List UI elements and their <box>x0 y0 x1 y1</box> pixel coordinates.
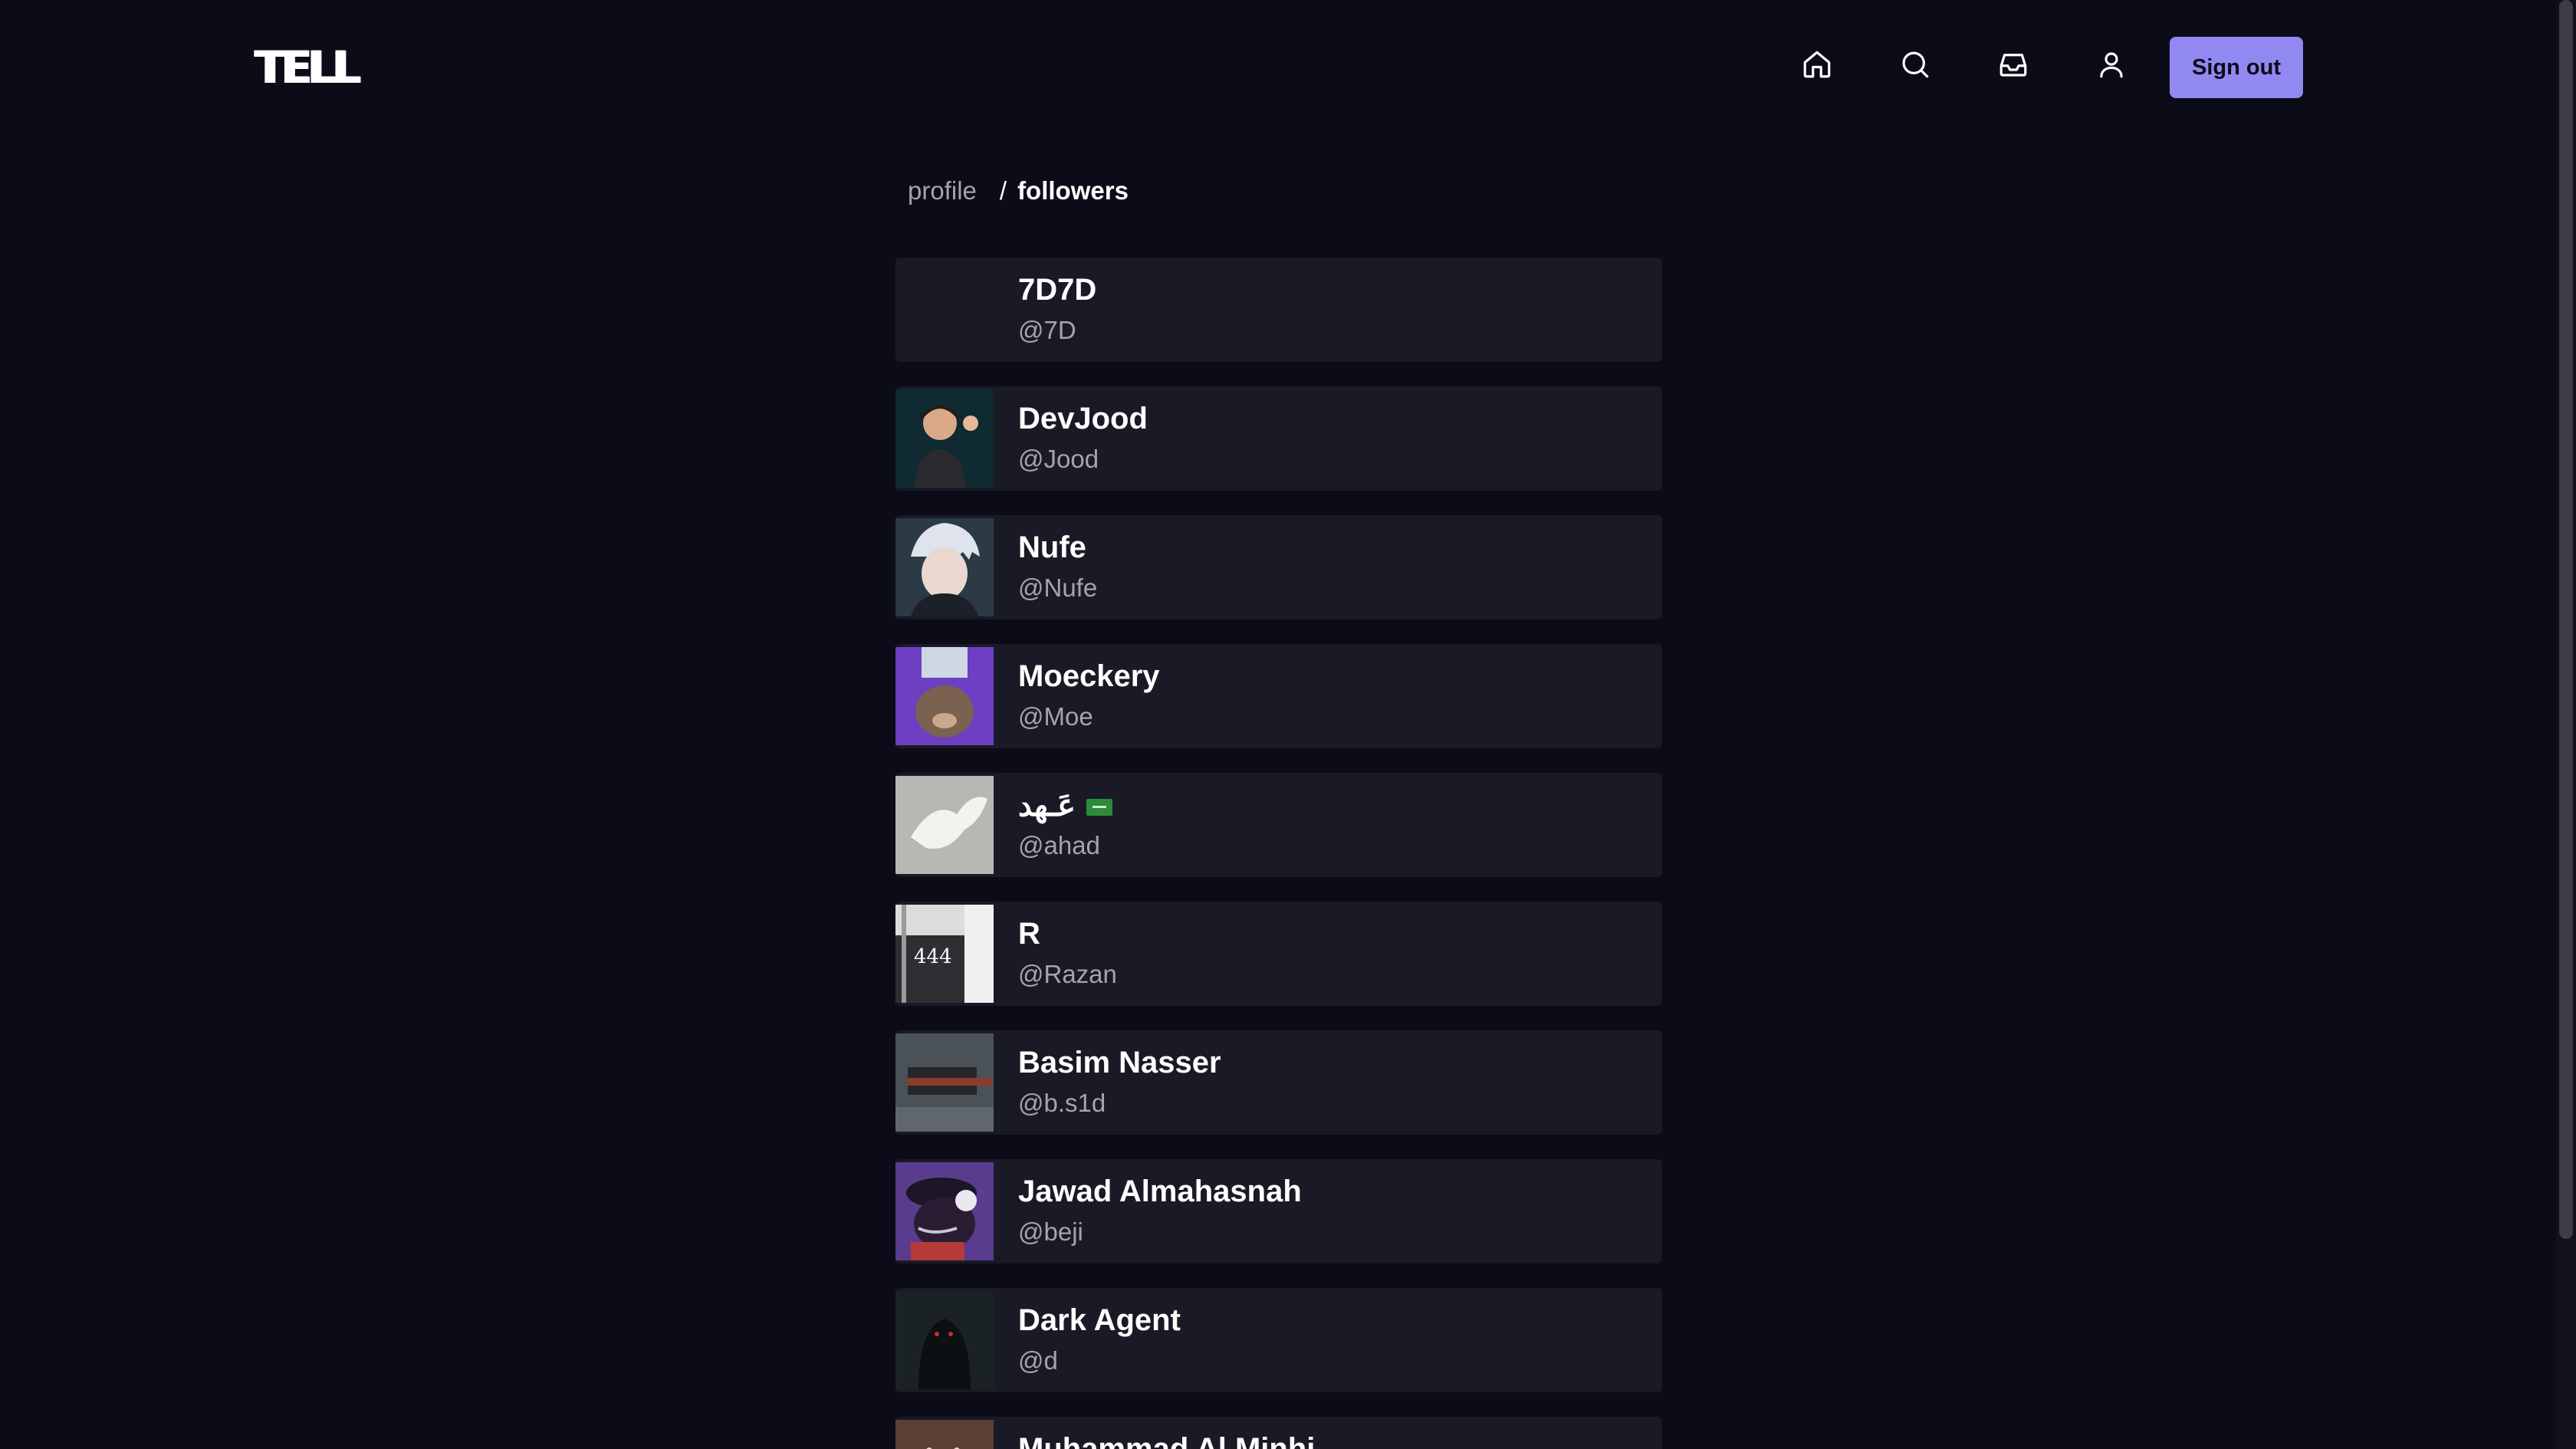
follower-handle: @d <box>1018 1346 1058 1375</box>
follower-row[interactable]: 444 R @Razan <box>895 902 1662 1006</box>
follower-row[interactable]: DevJood @Jood <box>895 386 1662 491</box>
follower-row[interactable]: Nufe @Nufe <box>895 515 1662 619</box>
follower-row[interactable]: عَـهد @ahad <box>895 773 1662 877</box>
search-icon[interactable] <box>1895 44 1935 84</box>
follower-handle: @Razan <box>1018 960 1117 988</box>
follower-name: عَـهد <box>1018 788 1113 823</box>
avatar <box>895 261 994 359</box>
follower-handle: @b.s1d <box>1018 1089 1106 1117</box>
avatar-text: 444 <box>914 945 952 968</box>
follower-handle: @ahad <box>1018 831 1100 859</box>
follower-row[interactable]: Jawad Almahasnah @beji <box>895 1159 1662 1263</box>
avatar <box>895 1162 994 1260</box>
home-icon[interactable] <box>1797 44 1837 84</box>
avatar <box>895 389 994 488</box>
follower-handle: @Nufe <box>1018 573 1098 602</box>
avatar <box>895 1033 994 1132</box>
follower-row[interactable]: 7D7D @7D <box>895 258 1662 362</box>
follower-handle: @beji <box>1018 1217 1083 1246</box>
breadcrumb-profile-link[interactable]: profile <box>908 176 977 205</box>
tell-logo[interactable]: TELL <box>255 43 360 92</box>
scrollbar[interactable] <box>2556 0 2576 1449</box>
follower-row[interactable]: Moeckery @Moe <box>895 644 1662 748</box>
avatar <box>895 1291 994 1389</box>
follower-name: Nufe <box>1018 531 1086 564</box>
follower-handle: @Moe <box>1018 702 1093 731</box>
breadcrumb: profile / followers <box>908 172 1129 210</box>
follower-name: Dark Agent <box>1018 1303 1181 1337</box>
inbox-icon[interactable] <box>1993 44 2033 84</box>
follower-row[interactable]: Basim Nasser @b.s1d <box>895 1030 1662 1135</box>
breadcrumb-current: followers <box>1017 176 1129 205</box>
avatar <box>895 1420 994 1449</box>
user-icon[interactable] <box>2091 44 2131 84</box>
follower-row[interactable]: Muhammad Al Minhi <box>895 1417 1662 1449</box>
follower-name: DevJood <box>1018 402 1148 435</box>
follower-handle: @Jood <box>1018 445 1099 473</box>
follower-name: 7D7D <box>1018 273 1097 307</box>
avatar <box>895 518 994 616</box>
followers-page: TELL Sign out profile / followers 7D7D @… <box>0 0 2576 1449</box>
avatar <box>895 647 994 745</box>
scrollbar-thumb[interactable] <box>2559 0 2573 1239</box>
follower-name: Basim Nasser <box>1018 1046 1221 1079</box>
avatar <box>895 776 994 874</box>
breadcrumb-separator: / <box>999 176 1007 205</box>
follower-name: R <box>1018 917 1040 951</box>
follower-name: Moeckery <box>1018 659 1160 693</box>
follower-name: Jawad Almahasnah <box>1018 1175 1302 1208</box>
sign-out-button[interactable]: Sign out <box>2170 37 2303 98</box>
avatar: 444 <box>895 905 994 1003</box>
follower-row[interactable]: Dark Agent @d <box>895 1288 1662 1392</box>
follower-handle: @7D <box>1018 316 1076 344</box>
follower-name: Muhammad Al Minhi <box>1018 1432 1316 1449</box>
followers-list: 7D7D @7D DevJood @Jood Nufe @Nufe Moecke… <box>895 258 1662 1449</box>
flag-icon <box>1086 799 1113 816</box>
